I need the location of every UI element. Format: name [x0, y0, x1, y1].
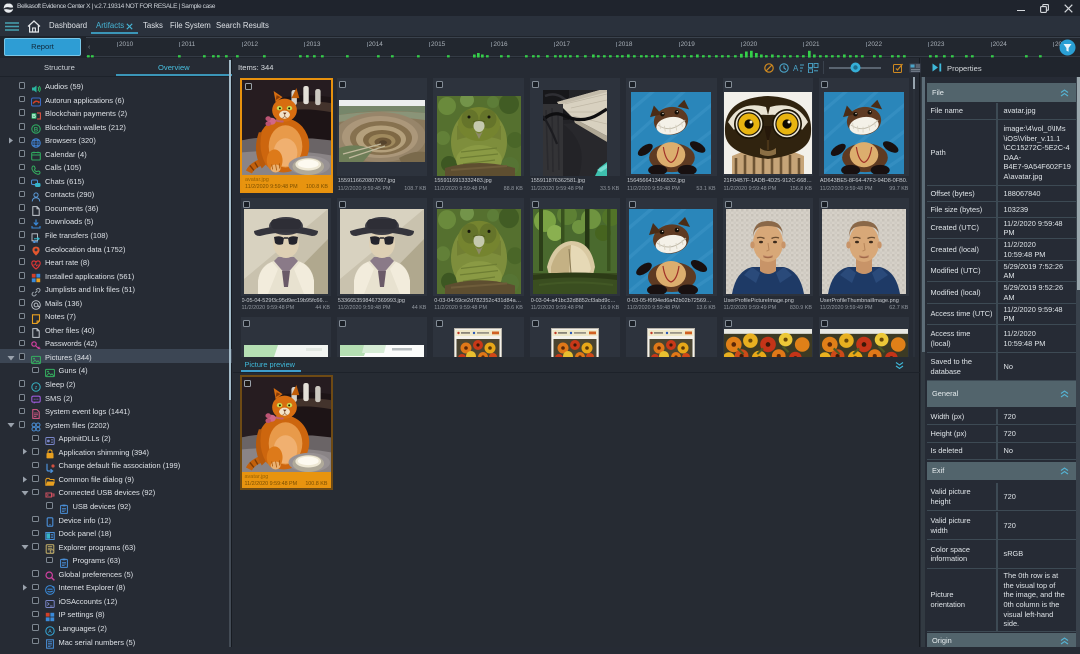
svg-text:B: B: [32, 114, 36, 120]
svg-text:B: B: [34, 127, 39, 134]
svg-text:A: A: [793, 64, 799, 73]
svg-text:z: z: [35, 385, 38, 391]
svg-text:A: A: [48, 629, 52, 635]
